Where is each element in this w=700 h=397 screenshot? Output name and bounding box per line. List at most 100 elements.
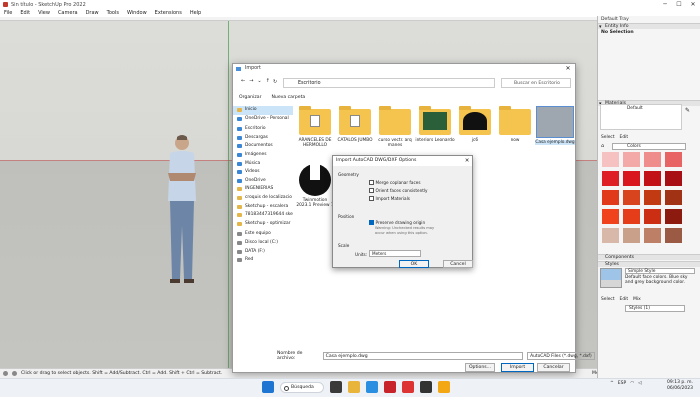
menu-extensions[interactable]: Extensions bbox=[151, 10, 186, 16]
preserve-origin-checkbox[interactable]: Preserve drawing origin bbox=[369, 220, 425, 225]
app-icon[interactable] bbox=[420, 381, 432, 393]
styles-tab-mix[interactable]: Mix bbox=[633, 297, 641, 302]
menu-view[interactable]: View bbox=[34, 10, 54, 16]
edge-icon[interactable] bbox=[366, 381, 378, 393]
merge-faces-checkbox[interactable]: Merge coplanar faces bbox=[369, 180, 421, 185]
material-swatch[interactable] bbox=[665, 190, 682, 205]
file-item[interactable]: ARANCELES DE HERMOLLO bbox=[295, 106, 335, 148]
entity-info-header[interactable]: Entity Info bbox=[598, 23, 700, 30]
chevron-down-icon[interactable]: ⌄ bbox=[257, 78, 261, 84]
menu-window[interactable]: Window bbox=[123, 10, 151, 16]
forward-arrow-icon[interactable]: → bbox=[249, 78, 253, 84]
material-swatch[interactable] bbox=[665, 228, 682, 243]
material-swatch[interactable] bbox=[623, 152, 640, 167]
material-swatch[interactable] bbox=[644, 228, 661, 243]
material-swatch[interactable] bbox=[665, 171, 682, 186]
nav-item[interactable]: DATA (F:) bbox=[233, 248, 293, 257]
nav-item[interactable]: Este equipo bbox=[233, 230, 293, 239]
nav-item[interactable]: Escritorio bbox=[233, 125, 293, 134]
menu-edit[interactable]: Edit bbox=[16, 10, 34, 16]
file-item[interactable]: CATALOS JUMBO bbox=[335, 106, 375, 143]
chevron-up-icon[interactable]: ^ bbox=[610, 381, 614, 386]
material-swatch[interactable] bbox=[644, 152, 661, 167]
file-item[interactable]: Twinmotion 2023.1 Preview 1 bbox=[295, 156, 335, 208]
volume-icon[interactable]: ◁ bbox=[638, 381, 641, 386]
material-swatch[interactable] bbox=[623, 171, 640, 186]
nav-item[interactable]: Inicio bbox=[233, 106, 293, 115]
nav-item[interactable]: Sketchup - optimizar bbox=[233, 220, 293, 229]
nav-item[interactable]: 78183447319644 sketc bbox=[233, 211, 293, 220]
start-icon[interactable] bbox=[262, 381, 274, 393]
organize-button[interactable]: Organizar bbox=[239, 95, 261, 100]
nav-item[interactable]: Descargas bbox=[233, 134, 293, 143]
options-button[interactable]: Options... bbox=[465, 363, 495, 372]
file-explorer-icon[interactable] bbox=[348, 381, 360, 393]
menu-draw[interactable]: Draw bbox=[82, 10, 103, 16]
task-view-icon[interactable] bbox=[330, 381, 342, 393]
material-swatch[interactable] bbox=[602, 228, 619, 243]
file-item[interactable]: curso vectr. arq manes bbox=[375, 106, 415, 148]
styles-tab-select[interactable]: Select bbox=[601, 297, 615, 302]
styles-library-select[interactable]: Styles (1) bbox=[625, 305, 685, 312]
search-input[interactable]: Buscar en Escritorio bbox=[501, 78, 571, 88]
styles-tab-edit[interactable]: Edit bbox=[620, 297, 629, 302]
eyedropper-icon[interactable]: ✎ bbox=[685, 107, 690, 114]
close-icon[interactable]: ✕ bbox=[561, 64, 575, 74]
material-swatch[interactable] bbox=[602, 152, 619, 167]
file-item[interactable]: interiors Leonardo bbox=[415, 106, 455, 143]
styles-header[interactable]: Styles bbox=[598, 261, 700, 267]
nav-item[interactable]: Sketchup - escalera bbox=[233, 203, 293, 212]
material-swatch[interactable] bbox=[602, 171, 619, 186]
menu-camera[interactable]: Camera bbox=[54, 10, 82, 16]
tab-select[interactable]: Select bbox=[601, 135, 615, 140]
nav-item[interactable]: INGENIERIAS bbox=[233, 185, 293, 194]
file-item[interactable]: jc6 bbox=[455, 106, 495, 143]
close-icon[interactable]: ✕ bbox=[686, 0, 700, 9]
menu-help[interactable]: Help bbox=[186, 10, 205, 16]
nav-item[interactable]: croquis de localizacio bbox=[233, 194, 293, 203]
address-bar[interactable]: Escritorio bbox=[283, 78, 495, 88]
menu-tools[interactable]: Tools bbox=[103, 10, 123, 16]
file-item[interactable]: Casa ejemplo.dwg bbox=[535, 106, 575, 145]
material-swatch[interactable] bbox=[623, 209, 640, 224]
material-swatch[interactable] bbox=[644, 171, 661, 186]
wifi-icon[interactable]: ◠ bbox=[630, 381, 634, 386]
material-swatch[interactable] bbox=[665, 152, 682, 167]
nav-item[interactable]: OneDrive bbox=[233, 177, 293, 186]
material-swatch[interactable] bbox=[644, 209, 661, 224]
filename-input[interactable]: Casa ejemplo.dwg bbox=[322, 352, 524, 360]
nav-item[interactable]: Documentos bbox=[233, 142, 293, 151]
nav-item[interactable]: Videos bbox=[233, 168, 293, 177]
components-header[interactable]: Components bbox=[598, 254, 700, 260]
materials-library-select[interactable]: Colors bbox=[612, 143, 686, 150]
import-materials-checkbox[interactable]: Import Materials bbox=[369, 196, 410, 201]
nav-item[interactable]: Disco local (C:) bbox=[233, 239, 293, 248]
filetype-select[interactable]: AutoCAD Files (*.dwg, *.dxf) bbox=[527, 352, 596, 360]
nav-item[interactable]: OneDrive - Personal bbox=[233, 115, 293, 124]
material-swatch[interactable] bbox=[644, 190, 661, 205]
close-icon[interactable]: ✕ bbox=[462, 156, 472, 166]
nav-item[interactable]: Red bbox=[233, 256, 293, 265]
tab-edit[interactable]: Edit bbox=[620, 135, 629, 140]
cancel-button[interactable]: Cancel bbox=[443, 260, 473, 268]
autocad-icon[interactable] bbox=[384, 381, 396, 393]
nav-item[interactable]: Música bbox=[233, 160, 293, 169]
style-name[interactable]: Simple Style bbox=[625, 268, 695, 274]
orient-faces-checkbox[interactable]: Orient faces consistently bbox=[369, 188, 428, 193]
material-swatch[interactable] bbox=[602, 209, 619, 224]
clock[interactable]: 09:13 p. m. 06/06/2023 bbox=[667, 380, 693, 392]
sketchup-taskbar-icon[interactable] bbox=[402, 381, 414, 393]
language-indicator[interactable]: ESP bbox=[618, 381, 626, 386]
back-arrow-icon[interactable]: ← bbox=[241, 78, 245, 84]
material-swatch[interactable] bbox=[665, 209, 682, 224]
chrome-icon[interactable] bbox=[438, 381, 450, 393]
material-swatch[interactable] bbox=[623, 190, 640, 205]
minimize-icon[interactable]: ─ bbox=[658, 0, 672, 9]
material-swatch[interactable] bbox=[623, 228, 640, 243]
new-folder-button[interactable]: Nueva carpeta bbox=[271, 95, 305, 100]
taskbar-search[interactable]: Búsqueda bbox=[280, 381, 324, 393]
cancel-button[interactable]: Cancelar bbox=[537, 363, 570, 372]
file-item[interactable]: now bbox=[495, 106, 535, 143]
up-arrow-icon[interactable]: ↑ bbox=[266, 78, 270, 84]
nav-item[interactable]: Imágenes bbox=[233, 151, 293, 160]
